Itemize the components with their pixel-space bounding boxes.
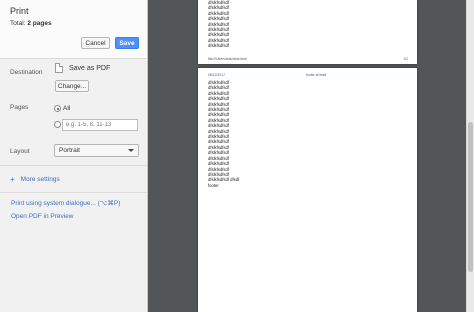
document-line: dfslkfsdfsdf dfsdf — [208, 177, 240, 183]
layout-select-value: Portrait — [59, 147, 80, 154]
document-line: dfslkfsdfsdf — [208, 16, 229, 22]
divider — [0, 192, 147, 193]
preview-page-1: dfslkfsdfsdf dfslkfsdfsdf dfslkfsdfsdf dfsl… — [198, 0, 417, 64]
pages-all-radio[interactable] — [54, 105, 61, 112]
preview-scrollbar[interactable] — [466, 0, 474, 312]
destination-label: Destination — [10, 69, 43, 76]
document-line: dfslkfsdfsdf — [208, 43, 229, 49]
page-range-input[interactable] — [62, 119, 138, 131]
cancel-button[interactable]: Cancel — [81, 37, 110, 49]
summary-label: Total: — [10, 20, 26, 27]
print-settings-panel: Print Total: 2 pages Cancel Save Destina… — [0, 0, 148, 312]
pages-all-label: All — [63, 105, 71, 112]
document-line: footer — [208, 182, 219, 188]
system-dialog-link[interactable]: Print using system dialogue... (⌥⌘P) — [11, 199, 120, 207]
pages-custom-radio[interactable] — [54, 121, 61, 128]
layout-label: Layout — [10, 148, 30, 155]
page-count-summary: Total: 2 pages — [10, 20, 52, 27]
plus-icon: + — [10, 175, 15, 184]
divider — [0, 165, 147, 166]
open-pdf-preview-link[interactable]: Open PDF in Preview — [11, 213, 74, 220]
print-title: Print — [10, 6, 29, 16]
print-header: Print Total: 2 pages Cancel Save — [0, 0, 147, 59]
page-1-text: dfslkfsdfsdf dfslkfsdfsdf dfslkfsdfsdf dfsl… — [208, 0, 229, 49]
page-2-header-date: 06/12/2017 — [208, 73, 225, 77]
pdf-document-icon — [55, 63, 63, 73]
more-settings-label: More settings — [20, 176, 60, 183]
pages-label: Pages — [10, 104, 29, 111]
more-settings-toggle[interactable]: + More settings — [10, 174, 60, 184]
scrollbar-thumb[interactable] — [468, 122, 473, 272]
change-destination-button[interactable]: Change... — [55, 80, 89, 92]
summary-value: 2 pages — [27, 20, 52, 27]
page-1-footer-number: 1/2 — [403, 57, 408, 61]
page-2-text: dfslkfsdfsdf dfslkfsdfsdf dfslkfsdfsdf dfsl… — [208, 80, 239, 188]
save-button[interactable]: Save — [115, 37, 139, 49]
page-1-footer-url: file:///Users/test/ztest.html — [208, 57, 247, 61]
destination-value: Save as PDF — [69, 65, 111, 72]
layout-select[interactable]: Portrait — [54, 144, 139, 157]
chevron-down-icon — [128, 149, 134, 152]
preview-page-2: 06/12/2017 footer at itself dfslkfsdfsdf… — [198, 68, 417, 312]
page-2-header-title: footer at itself — [306, 73, 327, 77]
